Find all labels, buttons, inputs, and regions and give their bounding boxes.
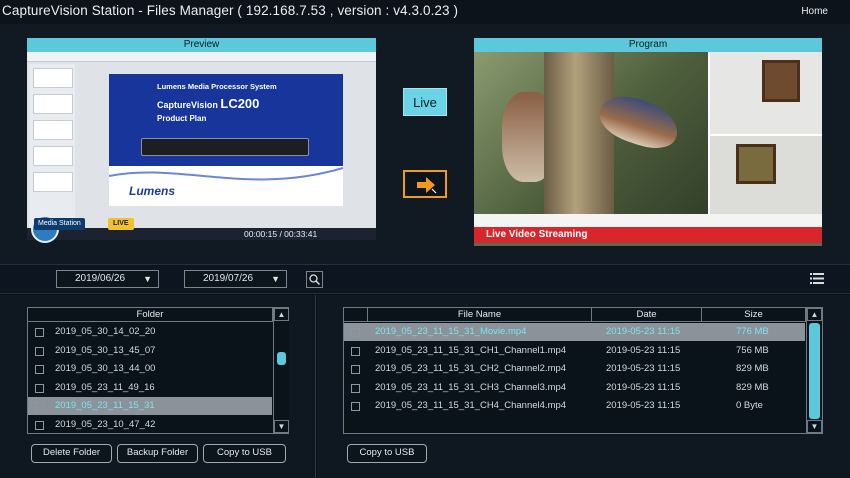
folder-column-header: Folder xyxy=(28,308,273,322)
folder-row[interactable]: 2019_05_30_14_02_20 xyxy=(28,323,272,341)
file-name: 2019_05_23_11_15_31_CH4_Channel4.mp4 xyxy=(375,400,567,411)
preview-header: Preview xyxy=(27,38,376,52)
copy-folder-usb-button[interactable]: Copy to USB xyxy=(203,444,286,463)
slide-line-3: Product Plan xyxy=(157,114,207,123)
folder-row[interactable]: 2019_05_23_11_49_16 xyxy=(28,379,272,397)
folder-name: 2019_05_23_11_15_31 xyxy=(55,400,155,411)
file-date: 2019-05-23 11:15 xyxy=(606,326,681,337)
folder-name: 2019_05_30_13_45_07 xyxy=(55,344,156,356)
file-checkbox[interactable] xyxy=(351,346,360,356)
slide-app-ribbon xyxy=(27,52,376,62)
folder-name: 2019_05_30_13_44_00 xyxy=(55,363,156,374)
feeder-image xyxy=(544,52,614,214)
folder-name: 2019_05_30_14_02_20 xyxy=(55,326,156,337)
backup-folder-button[interactable]: Backup Folder xyxy=(117,444,198,463)
scroll-thumb[interactable] xyxy=(277,352,286,365)
chevron-down-icon: ▼ xyxy=(271,274,280,284)
file-size: 829 MB xyxy=(736,381,769,393)
slide-line-2: CaptureVision LC200 xyxy=(157,96,260,111)
file-size: 756 MB xyxy=(736,344,769,356)
file-date: 2019-05-23 11:15 xyxy=(606,381,681,393)
live-button[interactable]: Live xyxy=(403,88,447,116)
folder-name: 2019_05_23_10_47_42 xyxy=(55,418,156,430)
file-row[interactable]: 2019_05_23_11_15_31_CH3_Channel3.mp4 2019… xyxy=(344,379,805,397)
file-date: 2019-05-23 11:15 xyxy=(606,400,681,411)
folder-row[interactable]: 2019_05_30_13_45_07 xyxy=(28,342,272,360)
delete-folder-button[interactable]: Delete Folder xyxy=(31,444,112,463)
app-title: CaptureVision Station - Files Manager ( … xyxy=(2,3,459,18)
file-scrollbar[interactable]: ▲ ▼ xyxy=(806,308,822,433)
file-checkbox[interactable] xyxy=(351,365,360,374)
scroll-down-button[interactable]: ▼ xyxy=(807,420,822,433)
folder-row[interactable]: 2019_05_30_13_44_00 xyxy=(28,360,272,378)
start-date-select[interactable]: 2019/06/26 ▼ xyxy=(56,270,159,288)
program-header: Program xyxy=(474,38,822,52)
file-name: 2019_05_23_11_15_31_CH3_Channel3.mp4 xyxy=(375,381,567,393)
streaming-banner: Live Video Streaming xyxy=(474,227,822,243)
file-checkbox[interactable] xyxy=(351,383,360,393)
file-checkbox[interactable] xyxy=(351,328,360,337)
file-size: 776 MB xyxy=(736,326,769,337)
list-view-icon[interactable] xyxy=(810,273,824,284)
file-row[interactable]: 2019_05_23_11_15_31_CH2_Channel2.mp4 2019… xyxy=(344,360,805,378)
slide-line-1: Lumens Media Processor System xyxy=(157,82,277,91)
scroll-down-button[interactable]: ▼ xyxy=(274,420,289,433)
file-table: File Name Date Size 2019_05_23_11_15_31_… xyxy=(343,307,823,434)
file-date: 2019-05-23 11:15 xyxy=(606,344,681,356)
folder-row[interactable]: 2019_05_23_10_47_42 xyxy=(28,416,272,434)
preview-video: Lumens Media Processor System CaptureVis… xyxy=(27,52,376,240)
folder-name: 2019_05_23_11_49_16 xyxy=(55,381,155,393)
size-header: Size xyxy=(702,308,806,322)
folder-scrollbar[interactable]: ▲ ▼ xyxy=(273,308,289,433)
slide-thumbnails xyxy=(29,64,75,234)
file-date: 2019-05-23 11:15 xyxy=(606,363,681,374)
media-station-badge: Media Station xyxy=(34,218,85,230)
folder-table: Folder 2019_05_30_14_02_20 2019_05_30_13_… xyxy=(27,307,289,434)
device-image xyxy=(141,138,309,156)
room-camera-2 xyxy=(708,134,822,214)
folder-checkbox[interactable] xyxy=(35,365,44,374)
search-icon xyxy=(309,274,321,286)
folder-checkbox[interactable] xyxy=(35,420,44,430)
live-tag: LIVE xyxy=(108,218,134,230)
folder-checkbox[interactable] xyxy=(35,402,44,411)
playback-time: 00:00:15 / 00:33:41 xyxy=(244,229,318,239)
folder-checkbox[interactable] xyxy=(35,328,44,337)
search-button[interactable] xyxy=(306,271,323,288)
folder-row[interactable]: 2019_05_23_11_15_31 xyxy=(28,397,272,415)
end-date-select[interactable]: 2019/07/26 ▼ xyxy=(184,270,287,288)
folder-checkbox[interactable] xyxy=(35,383,44,393)
folder-checkbox[interactable] xyxy=(35,346,44,356)
file-name-header: File Name xyxy=(368,308,592,322)
presentation-slide: Lumens Media Processor System CaptureVis… xyxy=(109,74,343,206)
copy-files-usb-button[interactable]: Copy to USB xyxy=(347,444,427,463)
scroll-thumb[interactable] xyxy=(809,323,820,419)
file-name: 2019_05_23_11_15_31_CH2_Channel2.mp4 xyxy=(375,363,567,374)
home-link[interactable]: Home xyxy=(801,6,828,17)
file-row[interactable]: 2019_05_23_11_15_31_CH1_Channel1.mp4 2019… xyxy=(344,342,805,360)
scroll-up-button[interactable]: ▲ xyxy=(807,308,822,321)
file-size: 829 MB xyxy=(736,363,769,374)
file-name: 2019_05_23_11_15_31_CH1_Channel1.mp4 xyxy=(375,344,567,356)
room-camera-1 xyxy=(708,52,822,134)
file-row[interactable]: 2019_05_23_11_15_31_CH4_Channel4.mp4 2019… xyxy=(344,397,805,415)
scroll-up-button[interactable]: ▲ xyxy=(274,308,289,321)
slide-logo: Lumens xyxy=(129,184,176,198)
title-bar: CaptureVision Station - Files Manager ( … xyxy=(0,0,850,24)
program-video: Live Video Streaming xyxy=(474,52,822,246)
date-header: Date xyxy=(592,308,702,322)
chevron-down-icon: ▼ xyxy=(143,274,152,284)
transfer-button[interactable] xyxy=(403,170,447,198)
file-name: 2019_05_23_11_15_31_Movie.mp4 xyxy=(375,326,527,337)
arrow-right-icon xyxy=(417,177,437,194)
file-checkbox[interactable] xyxy=(351,402,360,411)
file-row[interactable]: 2019_05_23_11_15_31_Movie.mp4 2019-05-23 … xyxy=(344,323,805,341)
file-size: 0 Byte xyxy=(736,400,763,411)
